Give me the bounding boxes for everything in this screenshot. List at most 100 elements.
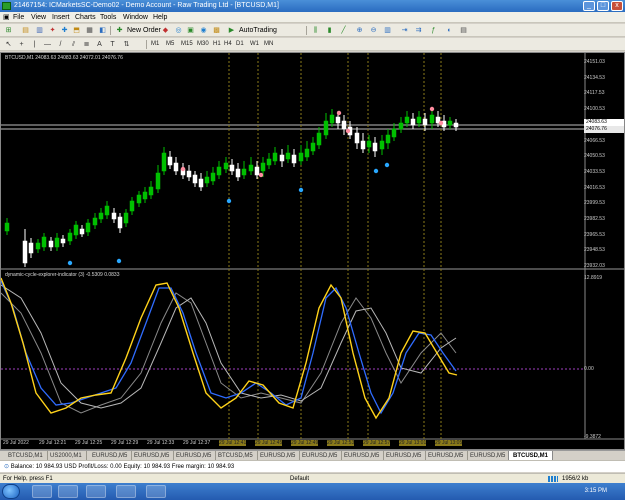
time-axis-label: 29 Jul 12:49 (291, 440, 319, 446)
profiles-icon[interactable]: ▤ (20, 25, 31, 36)
candle-body (223, 162, 229, 170)
timeframe-h1[interactable]: H1 (213, 39, 221, 50)
crosshair-icon[interactable]: + (16, 39, 27, 50)
line-chart-icon[interactable]: ╱ (338, 25, 349, 36)
zoom-in-icon[interactable]: ⊕ (354, 25, 365, 36)
taskbar-explorer-icon[interactable] (32, 485, 52, 498)
price-axis-label: 23948.53 (584, 247, 605, 254)
candle-body (111, 212, 117, 220)
menu-window[interactable]: Window (123, 13, 148, 22)
menu-charts[interactable]: Charts (75, 13, 96, 22)
mql5-icon[interactable]: ▩ (211, 25, 222, 36)
candle-body (92, 217, 98, 226)
taskbar-folder-icon[interactable] (58, 485, 78, 498)
new-chart-icon[interactable]: ⊞ (3, 25, 14, 36)
horizontal-line-icon[interactable]: — (42, 39, 53, 50)
menu-insert[interactable]: Insert (52, 13, 70, 22)
navigator-icon[interactable]: ⬒ (71, 25, 82, 36)
channel-icon[interactable]: ⫽ (68, 39, 79, 50)
taskbar-mt4-icon[interactable] (146, 485, 166, 498)
start-button[interactable] (2, 484, 20, 499)
time-axis-label: 29 Jul 13:05 (435, 440, 463, 446)
vps-icon[interactable]: ◉ (198, 25, 209, 36)
text-icon[interactable]: A (94, 39, 105, 50)
label-icon[interactable]: T (107, 39, 118, 50)
price-axis-label: 24066.53 (584, 137, 605, 144)
signals-icon[interactable]: ◎ (173, 25, 184, 36)
bar-chart-icon[interactable]: ⫼ (310, 25, 321, 36)
chart-window-icon[interactable]: ▥ (34, 25, 45, 36)
timeframe-d1[interactable]: D1 (236, 39, 244, 50)
price-axis-label: 23965.53 (584, 231, 605, 238)
metaeditor-icon[interactable]: ◆ (160, 25, 171, 36)
indicator-axis-label: -9.3872 (584, 434, 601, 440)
candle-body (104, 205, 110, 216)
menu-file[interactable]: File (13, 13, 24, 22)
tile-windows-icon[interactable]: ▥ (382, 25, 393, 36)
window-title: 21467154: ICMarketsSC-Demo02 - Demo Acco… (14, 2, 279, 9)
timeframe-m30[interactable]: M30 (197, 39, 209, 50)
autoscroll-icon[interactable]: ⇉ (413, 25, 424, 36)
price-axis-label: 23982.53 (584, 216, 605, 222)
trendline-icon[interactable]: / (55, 39, 66, 50)
market-icon[interactable]: ▣ (185, 25, 196, 36)
candle-body (410, 118, 416, 126)
terminal-icon[interactable]: ▦ (84, 25, 95, 36)
candle-body (379, 140, 385, 150)
new-order-button[interactable]: New Order (125, 25, 163, 36)
menu-view[interactable]: View (31, 13, 46, 22)
candle-body (235, 168, 241, 178)
indicators-icon[interactable]: ƒ (428, 25, 439, 36)
candle-body (73, 224, 79, 236)
price-chart[interactable] (1, 53, 624, 449)
menu-bar: ▣ File View Insert Charts Tools Window H… (0, 12, 625, 32)
arrows-icon[interactable]: ⇅ (121, 39, 132, 50)
candle-body (192, 174, 198, 184)
candle-body (323, 120, 329, 136)
price-axis-label: 24117.53 (584, 90, 605, 97)
timeframe-m15[interactable]: M15 (181, 39, 193, 50)
chart-window[interactable]: BTCUSD,M1 24083.63 24083.63 24072.01 240… (0, 52, 625, 450)
menu-icon[interactable]: ▣ (3, 13, 10, 22)
taskbar: 3:15 PM (0, 483, 625, 500)
menu-help[interactable]: Help (153, 13, 167, 22)
strategy-tester-icon[interactable]: ◧ (97, 25, 108, 36)
time-axis-label: 29 Jul 12:25 (75, 440, 103, 446)
timeframe-w1[interactable]: W1 (250, 39, 259, 50)
vertical-line-icon[interactable]: | (29, 39, 40, 50)
candle-body (316, 132, 322, 146)
drawing-toolbar: ↖ + | — / ⫽ ≣ A T ⇅ M1 M5 M15 M30 H1 H4 … (0, 38, 625, 51)
periods-icon[interactable]: ◐ (444, 25, 455, 36)
time-axis-label: 29 Jul 12:57 (363, 440, 391, 446)
zoom-out-icon[interactable]: ⊖ (368, 25, 379, 36)
candle-body (241, 168, 247, 176)
new-order-icon[interactable]: ✚ (114, 25, 125, 36)
chart-shift-icon[interactable]: ⇥ (399, 25, 410, 36)
candle-body (85, 222, 91, 233)
autotrading-icon[interactable]: ▶ (226, 25, 237, 36)
close-button[interactable]: x (611, 1, 623, 11)
candle-body (229, 164, 235, 172)
candle-body (329, 114, 335, 124)
timeframe-m1[interactable]: M1 (151, 39, 159, 50)
candle-body (248, 164, 254, 172)
timeframe-h4[interactable]: H4 (224, 39, 232, 50)
fibonacci-icon[interactable]: ≣ (81, 39, 92, 50)
timeframe-m5[interactable]: M5 (166, 39, 174, 50)
templates-icon[interactable]: ▤ (458, 25, 469, 36)
menu-tools[interactable]: Tools (100, 13, 116, 22)
market-watch-icon[interactable]: ✦ (47, 25, 58, 36)
candlestick-icon[interactable]: ▮ (324, 25, 335, 36)
timeframe-mn[interactable]: MN (264, 39, 273, 50)
taskbar-chrome-icon[interactable] (116, 485, 136, 498)
data-window-icon[interactable]: ✚ (59, 25, 70, 36)
balance-icon: ⊙ (4, 464, 11, 470)
taskbar-terminal-icon[interactable] (86, 485, 106, 498)
minimize-button[interactable]: _ (583, 1, 595, 11)
chart-tabs: BTCUSD,M1 US2000,M1 EURUSD,M5 EURUSD,M5 EURU… (0, 450, 625, 461)
cursor-icon[interactable]: ↖ (3, 39, 14, 50)
autotrading-button[interactable]: AutoTrading (237, 25, 279, 36)
indicator-axis-label: 0.00 (584, 366, 594, 372)
candle-body (142, 191, 148, 200)
maximize-button[interactable]: □ (597, 1, 609, 11)
